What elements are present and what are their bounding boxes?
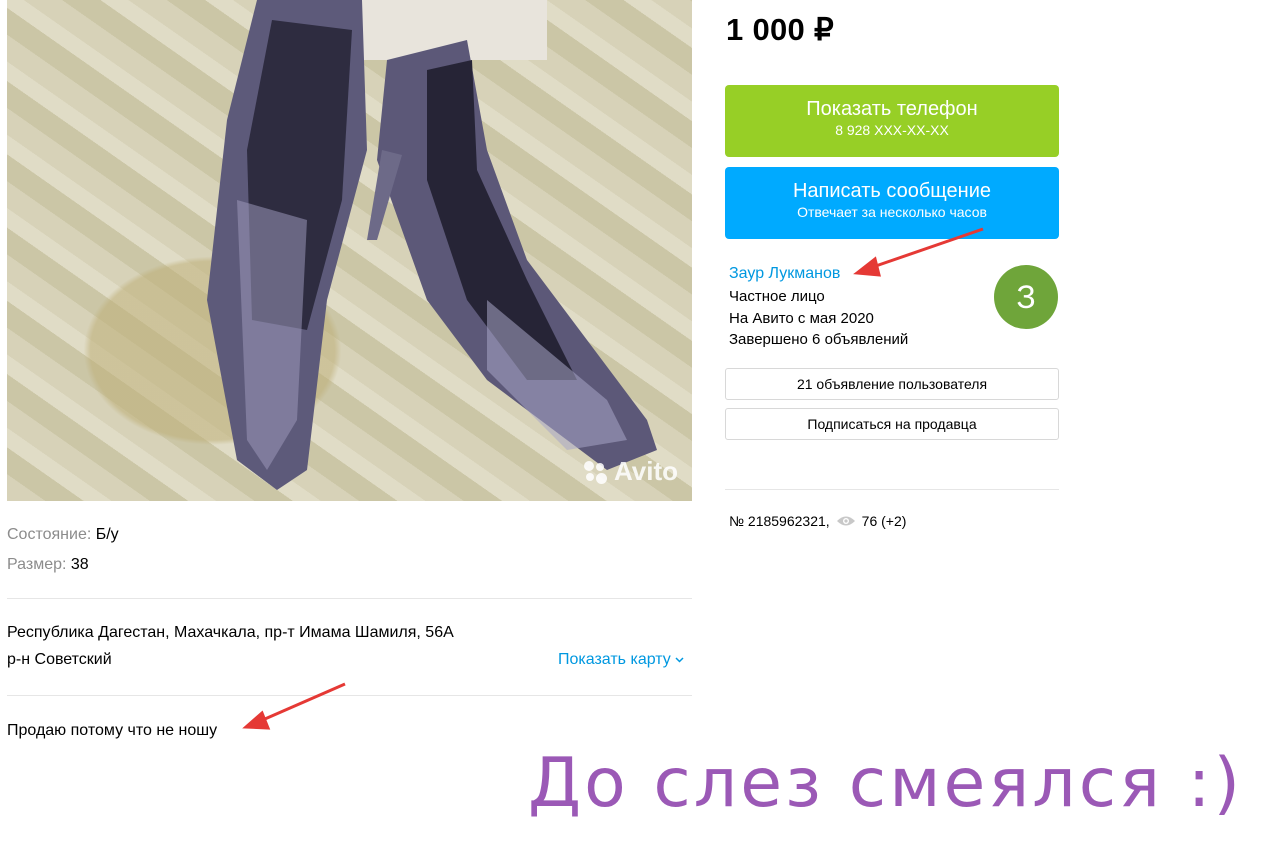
show-phone-label: Показать телефон <box>806 98 978 120</box>
avatar[interactable]: З <box>994 265 1058 329</box>
listing-photo[interactable]: Avito <box>7 0 692 501</box>
seller-name-link[interactable]: Заур Лукманов <box>729 265 840 283</box>
show-map-link[interactable]: Показать карту <box>558 651 684 669</box>
param-size-value: 38 <box>70 556 89 573</box>
seller-type: Частное лицо <box>729 288 825 305</box>
chevron-down-icon <box>675 657 684 663</box>
param-condition: Состояние: Б/у <box>7 526 119 543</box>
listing-number: № 2185962321, <box>729 513 830 529</box>
write-message-label: Написать сообщение <box>792 180 991 202</box>
address: Республика Дагестан, Махачкала, пр-т Има… <box>7 619 454 673</box>
show-phone-button[interactable]: Показать телефон 8 928 XXX-XX-XX <box>725 85 1059 157</box>
watermark-text: Avito <box>613 456 678 486</box>
write-message-button[interactable]: Написать сообщение Отвечает за несколько… <box>725 167 1059 239</box>
phone-number: 8 928 XXX-XX-XX <box>835 122 949 138</box>
param-size: Размер: 38 <box>7 556 89 573</box>
shoes-illustration <box>207 0 657 490</box>
divider <box>7 695 692 696</box>
meme-caption: До слез смеялся :) <box>528 744 1244 823</box>
address-line: Республика Дагестан, Махачкала, пр-т Има… <box>7 624 454 641</box>
avito-logo-icon <box>582 459 608 485</box>
param-condition-value: Б/у <box>95 526 119 543</box>
listing-description: Продаю потому что не ношу <box>7 722 218 739</box>
eye-icon <box>836 516 855 526</box>
user-ads-button[interactable]: 21 объявление пользователя <box>725 368 1059 400</box>
response-time: Отвечает за несколько часов <box>797 204 987 220</box>
view-count: 76 (+2) <box>861 513 907 529</box>
seller-completed: Завершено 6 объявлений <box>729 331 909 348</box>
listing-price: 1 000 ₽ <box>726 12 835 47</box>
seller-since: На Авито с мая 2020 <box>729 310 874 327</box>
address-district: р-н Советский <box>7 651 112 668</box>
subscribe-button[interactable]: Подписаться на продавца <box>725 408 1059 440</box>
avito-watermark: Avito <box>582 456 678 487</box>
listing-meta: № 2185962321, 76 (+2) <box>729 513 906 529</box>
divider <box>725 489 1059 490</box>
divider <box>7 598 692 599</box>
